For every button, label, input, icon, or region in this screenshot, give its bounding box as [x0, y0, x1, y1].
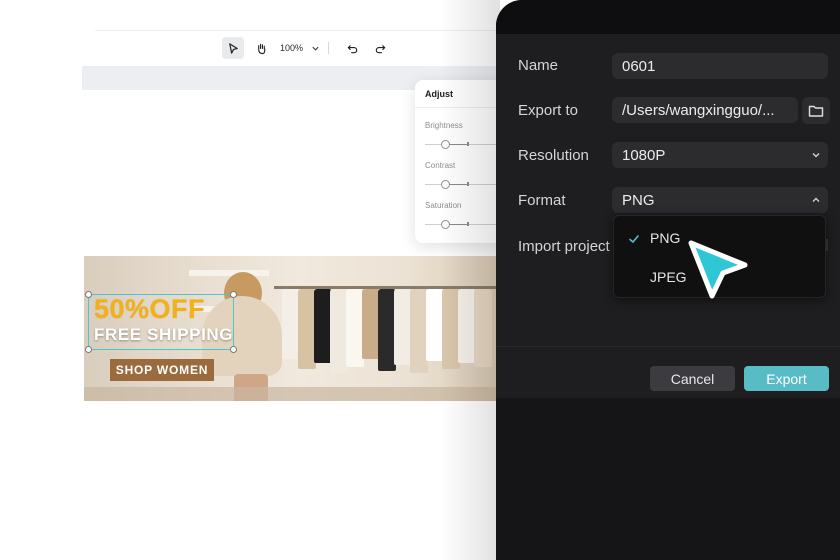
resize-handle-top-right[interactable]: [230, 291, 237, 298]
zoom-control[interactable]: 100%: [280, 43, 320, 53]
browse-folder-button[interactable]: [802, 97, 830, 124]
hand-tool-button[interactable]: [250, 37, 272, 59]
text-selection-box[interactable]: [88, 294, 234, 350]
zoom-level: 100%: [280, 43, 304, 53]
dialog-lower-area: [496, 398, 840, 560]
name-label: Name: [518, 57, 559, 74]
format-option-jpeg[interactable]: JPEG: [650, 269, 687, 285]
cursor-pointer-icon: [688, 240, 748, 299]
dialog-header: [496, 0, 840, 34]
export-path-field[interactable]: /Users/wangxingguo/...: [612, 97, 798, 123]
undo-icon: [347, 44, 357, 53]
cancel-button[interactable]: Cancel: [650, 366, 735, 391]
chevron-up-icon: [812, 197, 820, 202]
shelf: [189, 270, 269, 276]
redo-icon: [375, 44, 385, 53]
export-button[interactable]: Export: [744, 366, 829, 391]
export-to-label: Export to: [518, 102, 579, 119]
dialog-shadow: [440, 0, 500, 560]
format-option-png[interactable]: PNG: [650, 230, 680, 246]
format-label: Format: [518, 192, 566, 209]
hand-icon: [257, 43, 265, 54]
resolution-label: Resolution: [518, 147, 589, 164]
import-project-label: Import project: [518, 238, 610, 255]
redo-button[interactable]: [369, 37, 391, 59]
app-root: 100% Adjust Brightness Contrast Saturati…: [0, 0, 840, 560]
format-value: PNG: [622, 191, 655, 209]
resize-handle-top-left[interactable]: [85, 291, 92, 298]
select-arrow-icon: [228, 42, 238, 54]
chevron-down-icon: [812, 153, 820, 158]
brand-badge[interactable]: SHOP WOMEN: [110, 359, 214, 381]
checkmark-icon: [629, 235, 639, 244]
name-input[interactable]: 0601: [612, 53, 828, 79]
export-dialog: Name 0601 Export to /Users/wangxingguo/.…: [496, 0, 840, 560]
canvas-toolbar: 100%: [222, 37, 391, 59]
select-tool-button[interactable]: [222, 37, 244, 59]
undo-button[interactable]: [341, 37, 363, 59]
resolution-value: 1080P: [622, 146, 666, 164]
format-select[interactable]: PNG: [612, 187, 828, 213]
toolbar-separator: [328, 42, 330, 54]
resolution-select[interactable]: 1080P: [612, 142, 828, 168]
chevron-down-icon: [312, 46, 319, 51]
resize-handle-bottom-right[interactable]: [230, 346, 237, 353]
resize-handle-bottom-left[interactable]: [85, 346, 92, 353]
folder-icon: [808, 105, 824, 117]
